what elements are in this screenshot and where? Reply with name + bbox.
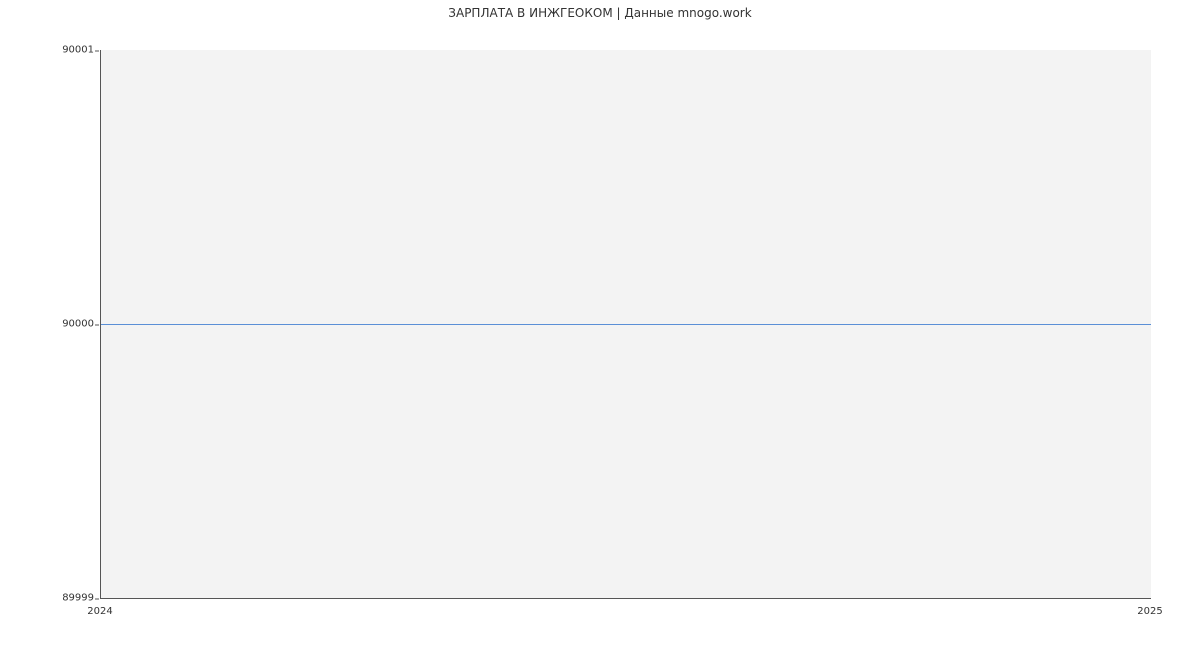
y-tick-text: 89999 <box>62 593 94 604</box>
x-tick-label: 2025 <box>1137 606 1162 617</box>
y-tick-label: 90001 <box>0 45 94 56</box>
x-tick-text: 2025 <box>1137 606 1162 617</box>
chart-container: ЗАРПЛАТА В ИНЖГЕОКОМ | Данные mnogo.work… <box>0 0 1200 650</box>
y-tick-text: 90001 <box>62 45 94 56</box>
series-line-salary <box>101 324 1151 325</box>
y-tick-mark <box>95 598 99 599</box>
y-tick-mark <box>95 324 99 325</box>
x-tick-text: 2024 <box>87 606 112 617</box>
y-tick-text: 90000 <box>62 319 94 330</box>
plot-area <box>100 50 1151 599</box>
x-tick-label: 2024 <box>87 606 112 617</box>
chart-title: ЗАРПЛАТА В ИНЖГЕОКОМ | Данные mnogo.work <box>0 6 1200 20</box>
y-tick-mark <box>95 50 99 51</box>
y-tick-label: 90000 <box>0 319 94 330</box>
y-tick-label: 89999 <box>0 593 94 604</box>
